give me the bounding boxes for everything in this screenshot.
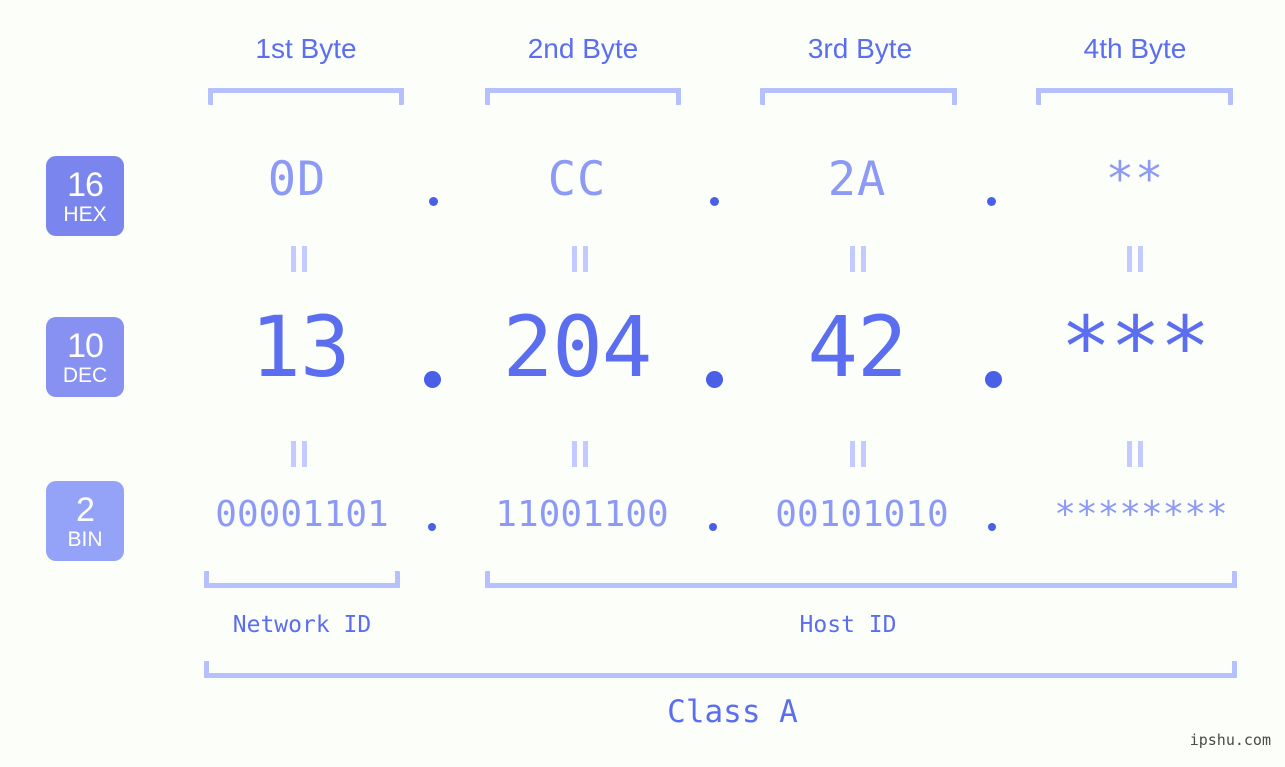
- hex-byte-1: 0D: [267, 152, 327, 207]
- byte-bracket-top-2: [485, 88, 681, 105]
- class-label-text: Class A: [667, 694, 798, 730]
- bin-separator-2: [709, 523, 717, 531]
- class-label: Class A: [0, 694, 1285, 730]
- byte-bracket-top-1: [208, 88, 404, 105]
- hex-separator-1: [429, 197, 438, 206]
- base-badge-dec-name: DEC: [62, 363, 108, 387]
- ip-breakdown-diagram: 1st Byte 2nd Byte 3rd Byte 4th Byte 16 H…: [0, 0, 1285, 767]
- equality-mark-dec-bin-3: [847, 441, 869, 467]
- host-id-bracket: [485, 571, 1237, 588]
- hex-byte-2: CC: [547, 152, 607, 207]
- network-id-bracket: [204, 571, 400, 588]
- hex-byte-3: 2A: [827, 152, 887, 207]
- bin-separator-1: [428, 523, 436, 531]
- dec-byte-3: 42: [807, 298, 907, 396]
- network-id-label: Network ID: [232, 612, 372, 638]
- byte-header-2: 2nd Byte: [527, 33, 639, 64]
- base-badge-hex-name: HEX: [63, 202, 107, 226]
- dec-separator-2: [706, 371, 723, 388]
- class-bracket: [204, 661, 1237, 678]
- base-badge-bin-number: 2: [76, 490, 95, 529]
- dec-byte-4: ***: [1060, 298, 1211, 396]
- base-badge-hex: 16 HEX: [46, 156, 124, 236]
- byte-header-4: 4th Byte: [1083, 33, 1187, 64]
- equality-mark-hex-dec-1: [288, 246, 310, 272]
- site-watermark: ipshu.com: [1189, 731, 1271, 749]
- host-id-label: Host ID: [799, 612, 897, 638]
- base-badge-dec: 10 DEC: [46, 317, 124, 397]
- dec-separator-1: [424, 371, 441, 388]
- base-badge-bin: 2 BIN: [46, 481, 124, 561]
- bin-byte-4: ********: [1054, 494, 1228, 535]
- byte-header-1: 1st Byte: [255, 33, 357, 64]
- bin-separator-3: [988, 523, 996, 531]
- byte-header-3: 3rd Byte: [807, 33, 913, 64]
- byte-bracket-top-3: [760, 88, 957, 105]
- base-badge-hex-number: 16: [67, 165, 104, 204]
- bin-byte-1: 00001101: [215, 494, 389, 535]
- byte-bracket-top-4: [1036, 88, 1233, 105]
- equality-mark-dec-bin-1: [288, 441, 310, 467]
- base-badge-bin-name: BIN: [67, 527, 103, 551]
- hex-byte-4: **: [1105, 152, 1165, 207]
- bin-byte-2: 11001100: [495, 494, 669, 535]
- equality-mark-hex-dec-3: [847, 246, 869, 272]
- base-badge-dec-number: 10: [67, 326, 104, 365]
- dec-byte-2: 204: [502, 298, 653, 396]
- hex-separator-2: [710, 197, 719, 206]
- hex-separator-3: [987, 197, 996, 206]
- equality-mark-hex-dec-2: [569, 246, 591, 272]
- bin-byte-3: 00101010: [775, 494, 949, 535]
- dec-byte-1: 13: [250, 298, 350, 396]
- equality-mark-hex-dec-4: [1124, 246, 1146, 272]
- equality-mark-dec-bin-4: [1124, 441, 1146, 467]
- equality-mark-dec-bin-2: [569, 441, 591, 467]
- dec-separator-3: [985, 371, 1002, 388]
